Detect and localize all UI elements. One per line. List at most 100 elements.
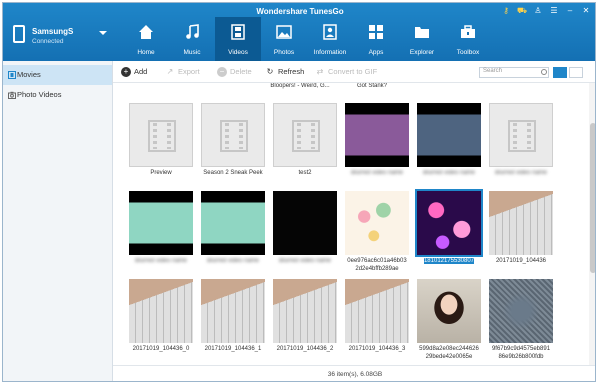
video-caption-line: 599d8a2e08ec244626: [419, 346, 479, 352]
video-caption: 9f67b9c9d4575eb891 86e9b26b800fdb: [489, 345, 553, 361]
device-status: Connected: [32, 38, 64, 45]
tab-apps-label: Apps: [368, 49, 384, 56]
cart-icon[interactable]: ⛟: [515, 5, 529, 16]
grid-view-button[interactable]: [553, 67, 567, 78]
key-icon[interactable]: ⚷: [499, 5, 513, 16]
tab-information[interactable]: Information: [307, 17, 353, 61]
tab-videos[interactable]: Videos: [215, 17, 261, 61]
video-tile[interactable]: Blurred video name: [489, 103, 553, 177]
refresh-label: Refresh: [278, 67, 305, 76]
plus-icon: +: [121, 67, 131, 77]
video-tile[interactable]: 0ee976ac6c01a46b03 2d2e4bffb289ae: [345, 191, 409, 273]
video-tile[interactable]: test2: [273, 103, 337, 177]
convert-gif-button[interactable]: ⇄ Convert to GIF: [315, 66, 378, 78]
video-caption: Preview: [150, 170, 172, 176]
contact-icon: [322, 24, 338, 40]
music-icon: [184, 24, 200, 40]
folder-icon: [414, 24, 430, 40]
add-label: Add: [134, 67, 148, 76]
video-caption-line: 2d2e4bffb289ae: [355, 266, 399, 272]
video-tile[interactable]: 9f67b9c9d4575eb891 86e9b26b800fdb: [489, 279, 553, 361]
video-tile-selected[interactable]: 181012175530807: [415, 189, 483, 265]
tab-music-label: Music: [183, 49, 201, 56]
sidebar: Movies Photo Videos: [3, 61, 113, 381]
video-thumbnail: [273, 191, 337, 255]
tab-music[interactable]: Music: [169, 17, 215, 61]
video-tile[interactable]: Blurred video name: [273, 191, 337, 265]
video-caption: 20171019_104436: [495, 258, 547, 264]
search-icon[interactable]: [541, 69, 547, 75]
grid-caption: Got Stank?: [356, 83, 388, 89]
video-caption: 0ee976ac6c01a46b03 2d2e4bffb289ae: [345, 257, 409, 273]
toolbar: + Add ↗ Export − Delete ↻ Refresh ⇄ Conv…: [113, 61, 595, 83]
video-tile[interactable]: 599d8a2e08ec244626 29bede42e0065e: [417, 279, 481, 361]
sidebar-item-label: Movies: [17, 70, 41, 79]
tab-apps[interactable]: Apps: [353, 17, 399, 61]
app-window: Wondershare TunesGo ⚷ ⛟ ♙ ☰ – ✕ SamsungS…: [2, 2, 596, 382]
video-thumbnail: [201, 279, 265, 343]
user-icon[interactable]: ♙: [531, 5, 545, 16]
list-view-button[interactable]: [569, 67, 583, 78]
video-caption: 20171019_104436_0: [132, 346, 190, 352]
video-tile[interactable]: Season 2 Sneak Peek: [201, 103, 265, 177]
close-icon[interactable]: ✕: [579, 5, 593, 16]
video-tile[interactable]: Blurred video name: [129, 191, 193, 265]
sidebar-item-label: Photo Videos: [17, 90, 62, 99]
sidebar-item-photo-videos[interactable]: Photo Videos: [3, 85, 112, 105]
vertical-scrollbar[interactable]: [589, 83, 595, 365]
film-icon: [508, 120, 536, 152]
video-tile[interactable]: Blurred video name: [201, 191, 265, 265]
export-button[interactable]: ↗ Export: [165, 66, 200, 78]
video-thumbnail: [273, 103, 337, 167]
delete-button[interactable]: − Delete: [217, 66, 252, 78]
video-tile[interactable]: 20171019_104436_2: [273, 279, 337, 353]
toolbox-icon: [460, 24, 476, 40]
scrollbar-thumb[interactable]: [590, 123, 595, 273]
video-tile[interactable]: 20171019_104436_3: [345, 279, 409, 353]
device-name: SamsungS: [32, 27, 74, 36]
export-label: Export: [178, 67, 200, 76]
video-caption: Blurred video name: [494, 170, 548, 176]
video-caption: Season 2 Sneak Peek: [203, 170, 263, 176]
video-tile[interactable]: 20171019_104436_0: [129, 279, 193, 353]
minus-icon: −: [217, 67, 227, 77]
refresh-icon: ↻: [266, 67, 274, 76]
tab-explorer[interactable]: Explorer: [399, 17, 445, 61]
tab-photos-label: Photos: [273, 49, 295, 56]
device-selector[interactable]: SamsungS Connected: [3, 17, 115, 61]
video-caption-line: 0ee976ac6c01a46b03: [347, 258, 407, 264]
video-tile[interactable]: Blurred video name: [345, 103, 409, 177]
add-button[interactable]: + Add: [121, 66, 147, 78]
video-tile[interactable]: 20171019_104436_1: [201, 279, 265, 353]
menu-icon[interactable]: ☰: [547, 5, 561, 16]
apps-icon: [368, 24, 384, 40]
tab-videos-label: Videos: [228, 49, 248, 56]
video-thumbnail: [345, 103, 409, 167]
phone-icon: [13, 25, 25, 43]
video-thumbnail: [417, 103, 481, 167]
grid-caption: Bloopers! - Weird, G...: [270, 83, 330, 89]
video-tile[interactable]: 20171019_104436: [489, 191, 553, 265]
tab-photos[interactable]: Photos: [261, 17, 307, 61]
refresh-button[interactable]: ↻ Refresh: [265, 66, 305, 78]
window-controls: ⚷ ⛟ ♙ ☰ – ✕: [499, 5, 593, 16]
search-input[interactable]: Search: [479, 67, 549, 78]
video-caption: 599d8a2e08ec244626 29bede42e0065e: [417, 345, 481, 361]
chevron-down-icon[interactable]: [99, 31, 107, 35]
video-caption: 20171019_104436_1: [204, 346, 262, 352]
tab-home-label: Home: [137, 49, 155, 56]
minimize-icon[interactable]: –: [563, 5, 577, 16]
video-thumbnail: [345, 279, 409, 343]
video-caption-line: 9f67b9c9d4575eb891: [491, 346, 551, 352]
tab-toolbox-label: Toolbox: [456, 49, 480, 56]
video-caption: Blurred video name: [422, 170, 476, 176]
tab-toolbox[interactable]: Toolbox: [445, 17, 491, 61]
tab-home[interactable]: Home: [123, 17, 169, 61]
video-grid: Bloopers! - Weird, G... Got Stank? Previ…: [113, 83, 595, 365]
sidebar-item-movies[interactable]: Movies: [3, 65, 112, 85]
video-tile[interactable]: Preview: [129, 103, 193, 177]
video-thumbnail: [489, 191, 553, 255]
video-caption: Blurred video name: [134, 258, 188, 264]
video-tile[interactable]: Blurred video name: [417, 103, 481, 177]
tab-information-label: Information: [313, 49, 347, 56]
